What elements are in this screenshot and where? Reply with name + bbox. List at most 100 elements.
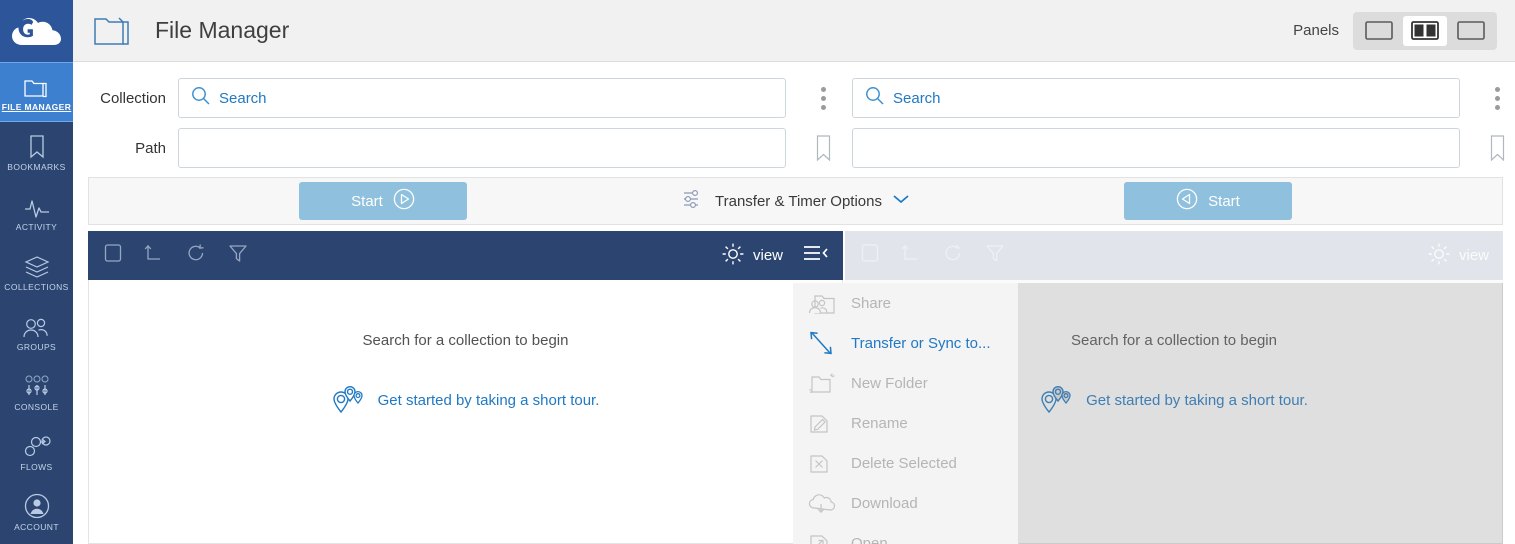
left-start-button[interactable]: Start [299,182,467,220]
right-start-button[interactable]: Start [1124,182,1292,220]
sidebar-item-label: FILE MANAGER [1,101,72,112]
menu-item-share[interactable]: Share [793,283,1018,323]
menu-item-label: Open [851,534,888,544]
refresh-icon[interactable] [943,243,963,268]
page-title: File Manager [155,17,290,43]
menu-item-label: Download [851,494,918,512]
new-folder-icon [805,370,839,396]
menu-item-open[interactable]: Open [793,523,1018,544]
search-path-area: Collection Search Search Path [73,62,1515,176]
left-path-bookmark-icon[interactable] [808,135,838,161]
checkbox-icon[interactable] [861,243,879,268]
right-path-bookmark-icon[interactable] [1482,135,1512,161]
path-label: Path [135,139,166,157]
two-pane-icon [1411,21,1439,40]
hamburger-collapse-icon[interactable] [803,243,829,268]
right-panel-toolbar: view [845,231,1503,280]
right-path-input[interactable] [852,128,1460,168]
user-circle-icon [24,493,50,519]
sidebar-item-console[interactable]: CONSOLE [0,362,73,422]
play-left-icon [1176,188,1198,214]
panels-label: Panels [1293,22,1339,39]
left-collection-placeholder: Search [219,89,267,107]
go-up-icon[interactable] [144,243,164,268]
sliders-icon [681,188,705,215]
people-icon [22,313,52,339]
menu-item-label: Rename [851,414,908,432]
map-pins-icon [1040,381,1074,420]
sidebar-item-collections[interactable]: COLLECTIONS [0,242,73,302]
folder-icon [23,73,50,99]
filter-icon[interactable] [228,243,248,268]
sidebar-item-label: ACTIVITY [15,221,58,232]
sidebar-item-bookmarks[interactable]: BOOKMARKS [0,122,73,182]
right-collection-placeholder: Search [893,89,941,107]
sidebar-item-groups[interactable]: GROUPS [0,302,73,362]
search-icon [191,86,210,110]
filter-icon[interactable] [985,243,1005,268]
view-label: view [1458,247,1489,264]
right-tour-text: Get started by taking a short tour. [1086,392,1308,409]
gear-icon [721,242,745,270]
left-collection-kebab-menu-icon[interactable] [808,86,838,110]
left-empty-message: Search for a collection to begin [362,332,569,349]
collection-row: Collection Search Search [73,74,1515,122]
dual-panel-button[interactable] [1403,15,1447,46]
layers-icon [24,253,50,279]
refresh-icon[interactable] [186,243,206,268]
menu-item-delete-selected[interactable]: Delete Selected [793,443,1018,483]
bookmark-icon [28,133,46,159]
pulse-icon [23,193,51,219]
sidebar-item-label: CONSOLE [14,401,59,412]
transfer-timer-options-label: Transfer & Timer Options [715,192,882,210]
transfer-arrow-icon [805,329,839,357]
menu-item-new-folder[interactable]: New Folder [793,363,1018,403]
menu-item-label: New Folder [851,374,928,392]
one-pane-icon [1365,21,1393,40]
sidebar-item-flows[interactable]: FLOWS [0,422,73,482]
one-pane-icon [1457,21,1485,40]
go-up-icon[interactable] [901,243,921,268]
sidebar-item-account[interactable]: ACCOUNT [0,482,73,542]
left-collection-search-input[interactable]: Search [178,78,786,118]
transfer-timer-options-button[interactable]: Transfer & Timer Options [681,188,910,215]
right-collection-search-input[interactable]: Search [852,78,1460,118]
sidebar-item-label: BOOKMARKS [7,161,66,172]
left-panel-toolbar: view [88,231,843,280]
left-view-settings-button[interactable]: view [721,242,783,270]
right-panel-button[interactable] [1449,16,1493,46]
start-label: Start [351,192,383,210]
download-cloud-icon [805,491,839,515]
menu-item-label: Delete Selected [851,454,957,472]
menu-item-download[interactable]: Download [793,483,1018,523]
menu-item-transfer-or-sync[interactable]: Transfer or Sync to... [793,323,1018,363]
left-tour-text: Get started by taking a short tour. [377,392,600,409]
search-icon [865,86,884,110]
sidebar-item-file-manager[interactable]: FILE MANAGER [0,62,73,122]
panels-control: Panels [1293,11,1497,50]
left-nav-rail: FILE MANAGER BOOKMARKS ACTIVITY COLLECTI… [0,0,73,544]
right-view-settings-button[interactable]: view [1427,242,1489,270]
checkbox-icon[interactable] [104,243,122,268]
left-path-input[interactable] [178,128,786,168]
left-tour-link[interactable]: Get started by taking a short tour. [89,381,842,420]
delete-x-icon [805,451,839,475]
app-logo[interactable] [0,0,73,62]
path-row: Path [73,124,1515,172]
menu-item-rename[interactable]: Rename [793,403,1018,443]
single-panel-button[interactable] [1357,16,1401,46]
share-folder-icon [805,290,839,316]
sidebar-item-activity[interactable]: ACTIVITY [0,182,73,242]
gear-icon [1427,242,1451,270]
cloud-g-logo-icon [11,18,61,45]
app-header: File Manager Panels [73,0,1515,62]
play-right-icon [393,188,415,214]
sidebar-item-label: GROUPS [16,341,57,352]
right-collection-kebab-menu-icon[interactable] [1482,86,1512,110]
left-panel-body: Search for a collection to begin Get sta… [88,280,843,544]
flow-arrow-icon [22,433,52,459]
view-label: view [752,247,783,264]
rename-pencil-icon [805,411,839,435]
sidebar-item-label: COLLECTIONS [4,281,69,292]
menu-item-label: Transfer or Sync to... [851,334,991,352]
